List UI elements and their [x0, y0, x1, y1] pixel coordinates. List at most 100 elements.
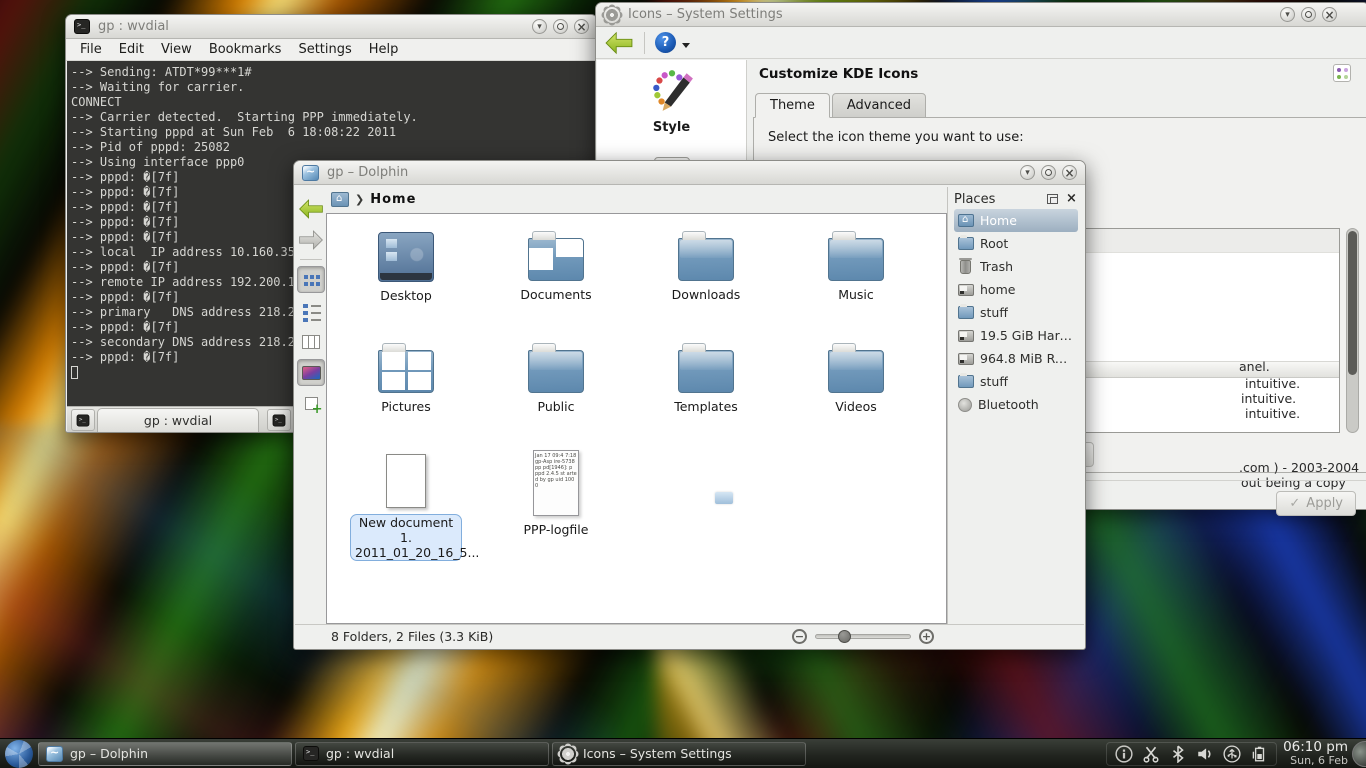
zoom-in-button[interactable]: + [919, 629, 934, 644]
places-item[interactable]: home [954, 278, 1078, 301]
menu-item[interactable]: Edit [119, 42, 144, 57]
volume-icon[interactable] [1196, 745, 1214, 763]
usb-device-icon[interactable] [1223, 745, 1241, 763]
file-entry[interactable]: New document 1.2011_01_20_16_5... [331, 450, 481, 556]
file-icon[interactable] [528, 238, 584, 281]
places-item[interactable]: Root [954, 232, 1078, 255]
back-button[interactable] [297, 195, 325, 222]
breadcrumb-home[interactable]: Home [370, 192, 416, 207]
file-label[interactable]: Downloads [636, 287, 776, 302]
style-icon[interactable] [649, 68, 695, 114]
konsole-titlebar[interactable]: gp : wvdial [66, 15, 597, 39]
menu-item[interactable]: Help [369, 42, 399, 57]
file-icon[interactable] [378, 232, 434, 282]
clock[interactable]: 06:10 pm Sun, 6 Feb [1283, 741, 1348, 767]
chevron-down-icon[interactable] [682, 43, 690, 52]
maximize-button[interactable] [1041, 165, 1056, 180]
file-icon[interactable] [378, 350, 434, 393]
file-label[interactable]: Public [486, 399, 626, 414]
apply-button[interactable]: ✓ Apply [1276, 491, 1356, 516]
places-item[interactable]: Bluetooth [954, 393, 1078, 416]
places-item[interactable]: stuff [954, 370, 1078, 393]
tab[interactable]: Advanced [832, 93, 926, 118]
settings-titlebar[interactable]: Icons – System Settings [596, 3, 1366, 27]
file-icon[interactable] [678, 238, 734, 281]
taskbar-task[interactable]: gp : wvdial [295, 742, 549, 766]
battery-icon[interactable] [1250, 745, 1268, 763]
system-tray [1106, 742, 1277, 766]
file-icon[interactable] [828, 350, 884, 393]
file-view[interactable]: Desktop Documents [326, 213, 947, 624]
details-view-button[interactable] [297, 297, 325, 324]
file-entry[interactable]: Documents [481, 226, 631, 332]
file-label[interactable]: Desktop [336, 288, 476, 303]
menu-item[interactable]: View [161, 42, 192, 57]
menu-item[interactable]: Settings [298, 42, 351, 57]
dolphin-titlebar[interactable]: gp – Dolphin [294, 161, 1085, 185]
places-item[interactable]: Trash [954, 255, 1078, 278]
close-panel-icon[interactable]: × [1066, 193, 1078, 205]
file-icon[interactable] [678, 350, 734, 393]
sidebar-item-style[interactable]: Style [597, 120, 746, 135]
file-label[interactable]: Pictures [336, 399, 476, 414]
places-item[interactable]: 964.8 MiB Remov... [954, 347, 1078, 370]
back-arrow-icon[interactable] [604, 31, 634, 55]
split-view-button[interactable] [297, 390, 325, 417]
file-label[interactable]: Documents [486, 287, 626, 302]
launcher-icon[interactable] [5, 740, 33, 768]
places-item[interactable]: 19.5 GiB Hard Drive [954, 324, 1078, 347]
info-icon[interactable] [1115, 745, 1133, 763]
maximize-button[interactable] [1301, 7, 1316, 22]
maximize-button[interactable] [553, 19, 568, 34]
preview-button[interactable] [297, 359, 325, 386]
file-label[interactable]: Videos [786, 399, 926, 414]
konsole-tab[interactable]: gp : wvdial [97, 408, 259, 432]
file-label[interactable]: PPP-logfile [486, 522, 626, 537]
scrollbar[interactable] [1346, 228, 1359, 433]
file-label[interactable]: Templates [636, 399, 776, 414]
file-entry[interactable]: Downloads [631, 226, 781, 332]
taskbar-task[interactable]: gp – Dolphin [38, 742, 292, 766]
minimize-button[interactable] [532, 19, 547, 34]
forward-button[interactable] [297, 226, 325, 253]
minimize-button[interactable] [1020, 165, 1035, 180]
columns-view-button[interactable] [297, 328, 325, 355]
file-entry[interactable]: Jan 17 09:4 7:18 gp-Asp ire-5738 pp pd[1… [481, 450, 631, 556]
panel-cashew-icon[interactable] [1352, 741, 1366, 767]
file-entry[interactable]: Desktop [331, 226, 481, 332]
zoom-out-button[interactable]: − [792, 629, 807, 644]
bluetooth-icon[interactable] [1169, 745, 1187, 763]
menu-item[interactable]: File [80, 42, 102, 57]
file-label[interactable]: New document 1.2011_01_20_16_5... [350, 514, 462, 561]
file-entry[interactable]: Music [781, 226, 931, 332]
new-tab-button[interactable] [71, 409, 95, 431]
file-entry[interactable]: Videos [781, 338, 931, 444]
help-icon[interactable]: ? [655, 32, 676, 53]
file-entry[interactable]: Public [481, 338, 631, 444]
tab[interactable]: Theme [755, 93, 830, 118]
home-folder-icon[interactable] [331, 192, 349, 207]
zoom-slider[interactable] [815, 634, 911, 639]
file-entry[interactable]: Pictures [331, 338, 481, 444]
places-item[interactable]: stuff [954, 301, 1078, 324]
file-icon[interactable] [386, 454, 426, 508]
file-label[interactable]: Music [786, 287, 926, 302]
minimize-button[interactable] [1280, 7, 1295, 22]
scrollbar-thumb[interactable] [1348, 231, 1357, 375]
icons-view-button[interactable] [297, 266, 325, 293]
menu-item[interactable]: Bookmarks [209, 42, 282, 57]
close-button[interactable] [1322, 7, 1337, 22]
terminal-line: --> Starting pppd at Sun Feb 6 18:08:22 … [71, 125, 594, 140]
float-panel-icon[interactable] [1047, 194, 1058, 204]
file-icon[interactable]: Jan 17 09:4 7:18 gp-Asp ire-5738 pp pd[1… [533, 450, 579, 516]
tab-list-button[interactable] [267, 409, 291, 431]
close-button[interactable] [574, 19, 589, 34]
file-entry[interactable]: Templates [631, 338, 781, 444]
zoom-slider-handle[interactable] [838, 630, 851, 643]
places-item[interactable]: Home [954, 209, 1078, 232]
file-icon[interactable] [528, 350, 584, 393]
close-button[interactable] [1062, 165, 1077, 180]
file-icon[interactable] [828, 238, 884, 281]
klipper-scissors-icon[interactable] [1142, 745, 1160, 763]
taskbar-task[interactable]: Icons – System Settings [552, 742, 806, 766]
